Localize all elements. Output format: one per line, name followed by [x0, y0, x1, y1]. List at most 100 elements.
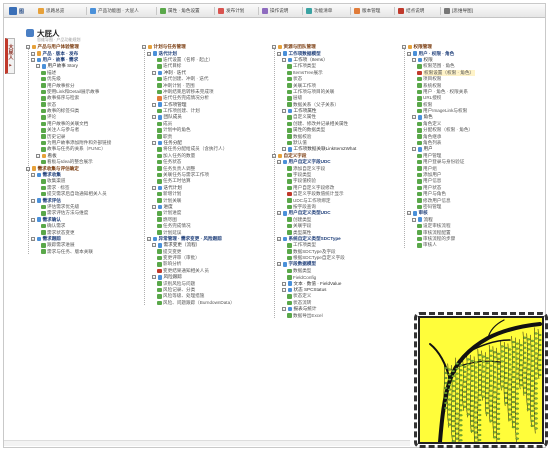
collapse-toggle-icon[interactable]: - [272, 45, 276, 50]
node-label: 用户自定义类型UDC [288, 210, 331, 216]
collapse-toggle-icon[interactable]: - [152, 70, 156, 75]
node-icon [417, 83, 422, 88]
mindmap-column-4: - 权限管理 - 用户 · 权限 · 角色 - 权限 权限范围 · 角色 权限设置（权限 · … [402, 44, 512, 249]
collapse-toggle-icon[interactable]: - [277, 236, 281, 241]
willow-leaf [515, 372, 519, 375]
node-icon [417, 191, 422, 197]
willow-leaf [496, 427, 501, 430]
mindmap-node[interactable]: 需求与任务、版本关联 [26, 249, 138, 255]
collapse-toggle-icon[interactable]: - [277, 262, 281, 267]
willow-leaf [496, 397, 501, 400]
node-icon [417, 128, 422, 133]
node-label: 字段数据模型 [288, 261, 317, 267]
willow-leaf [451, 380, 456, 383]
willow-leaf [534, 392, 538, 395]
collapse-toggle-icon[interactable]: - [282, 288, 286, 293]
toolbar-button-1[interactable]: 思路总览 [38, 7, 64, 15]
collapse-toggle-icon[interactable]: - [152, 102, 156, 107]
node-icon [417, 243, 422, 248]
toolbar-button-9[interactable]: [思维导图] [444, 7, 473, 15]
collapse-toggle-icon[interactable]: - [152, 204, 156, 209]
collapse-toggle-icon[interactable]: - [26, 45, 30, 50]
willow-leaf [507, 418, 512, 421]
collapse-toggle-icon[interactable]: - [31, 173, 35, 177]
collapse-toggle-icon[interactable]: - [142, 45, 146, 50]
collapse-toggle-icon[interactable]: - [282, 147, 286, 152]
mindmap-node[interactable]: 数据导出Excel [272, 312, 398, 318]
collapse-toggle-icon[interactable]: - [36, 153, 40, 158]
node-label: 将任务分配给成员（含执行人） [163, 146, 228, 152]
collapse-toggle-icon[interactable]: - [412, 57, 416, 62]
collapse-toggle-icon[interactable]: - [412, 147, 416, 152]
node-icon [287, 198, 292, 203]
willow-leaf [455, 422, 459, 425]
willow-tree-thumbnail[interactable] [418, 316, 544, 444]
collapse-toggle-icon[interactable]: - [147, 236, 151, 241]
toolbar-button-3[interactable]: 属性 · 角色设置 [160, 7, 200, 15]
collapse-toggle-icon[interactable]: - [152, 275, 156, 280]
willow-leaf [496, 377, 501, 380]
toolbar-button-2[interactable]: 产品功能图 · 大屁人 [90, 7, 139, 15]
willow-leaf [455, 392, 459, 395]
collapse-toggle-icon[interactable]: - [31, 51, 35, 56]
node-icon [41, 102, 46, 107]
collapse-toggle-icon[interactable]: - [282, 307, 286, 312]
collapse-toggle-icon[interactable]: - [282, 57, 286, 62]
willow-leaf [515, 352, 519, 355]
willow-leaf [459, 429, 463, 432]
willow-leaf [526, 358, 531, 361]
collapse-toggle-icon[interactable]: - [31, 217, 35, 222]
collapse-toggle-icon[interactable]: - [412, 217, 416, 222]
node-label: 关联工作项 [293, 82, 316, 88]
node-icon [287, 313, 292, 318]
toolbar-button-4[interactable]: 发布计划 [218, 7, 244, 15]
collapse-toggle-icon[interactable]: - [26, 166, 30, 171]
willow-leaf [530, 404, 535, 407]
collapse-toggle-icon[interactable]: - [31, 57, 35, 62]
node-icon [157, 294, 162, 299]
collapse-toggle-icon[interactable]: - [282, 281, 286, 286]
collapse-toggle-icon[interactable]: - [407, 211, 411, 216]
node-label: 权限设置（权限 · 角色） [423, 69, 476, 76]
mindmap-node[interactable]: 风险、问题跟踪（BurndownData） [142, 300, 268, 306]
collapse-toggle-icon[interactable]: - [412, 115, 416, 120]
node-label: 故事与任务的关系（FUNC） [47, 146, 106, 152]
collapse-toggle-icon[interactable]: - [147, 51, 151, 56]
willow-leaf [477, 428, 482, 432]
node-label: 团队成员 [163, 114, 182, 120]
mindmap-node[interactable]: 审核人 [402, 242, 512, 248]
willow-leaf [477, 418, 482, 422]
toolbar-button-8[interactable]: 结点说明 [398, 7, 424, 15]
collapse-toggle-icon[interactable]: - [152, 185, 156, 190]
node-icon [287, 281, 292, 286]
toolbar-button-5[interactable]: 操作说明 [262, 7, 288, 15]
collapse-toggle-icon[interactable]: - [277, 51, 281, 56]
willow-leaf [530, 374, 535, 377]
willow-leaf [534, 417, 538, 420]
collapse-toggle-icon[interactable]: - [277, 211, 281, 216]
toolbar-button-7[interactable]: 版本管理 [354, 7, 380, 15]
collapse-toggle-icon[interactable]: - [402, 45, 406, 50]
node-label: 自定义字段 [283, 152, 307, 158]
willow-leaf [477, 413, 482, 417]
willow-leaf [489, 359, 493, 362]
node-icon [287, 185, 292, 191]
side-tab[interactable]: 大屁人 ▸ [5, 38, 15, 74]
collapse-toggle-icon[interactable]: - [152, 141, 156, 146]
node-icon [287, 102, 292, 107]
collapse-toggle-icon[interactable]: - [36, 64, 40, 69]
node-icon [287, 204, 292, 210]
node-label: 任务完成情况 [163, 223, 191, 229]
collapse-toggle-icon[interactable]: - [282, 109, 286, 114]
collapse-toggle-icon[interactable]: - [152, 115, 156, 120]
willow-leaf [470, 399, 474, 402]
collapse-toggle-icon[interactable]: - [407, 51, 411, 56]
collapse-toggle-icon[interactable]: - [31, 198, 35, 203]
willow-leaf [515, 342, 519, 345]
collapse-toggle-icon[interactable]: - [277, 160, 281, 165]
collapse-toggle-icon[interactable]: - [152, 243, 156, 248]
collapse-toggle-icon[interactable]: - [31, 236, 35, 241]
toolbar-button-6[interactable]: 功能清单 [306, 7, 332, 15]
willow-leaf [534, 367, 538, 370]
collapse-toggle-icon[interactable]: - [272, 153, 276, 158]
